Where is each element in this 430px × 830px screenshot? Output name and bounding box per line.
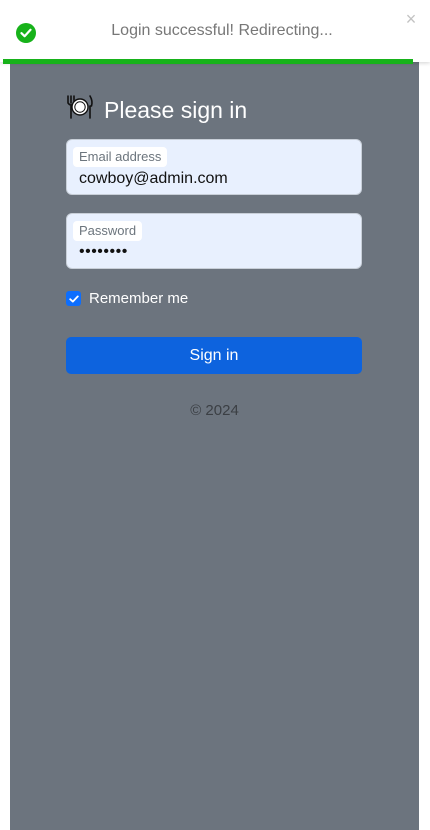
page-title-row: Please sign in: [66, 94, 248, 126]
email-field[interactable]: Email address cowboy@admin.com: [66, 139, 362, 195]
email-label: Email address: [73, 147, 168, 167]
remember-me-label[interactable]: Remember me: [89, 290, 188, 307]
page-title: Please sign in: [104, 96, 248, 123]
success-toast: Login successful! Redirecting... ×: [0, 0, 430, 64]
remember-me-checkbox[interactable]: [66, 291, 81, 306]
close-icon[interactable]: ×: [404, 10, 418, 28]
password-field[interactable]: Password ••••••••: [66, 213, 362, 269]
sign-in-button[interactable]: Sign in: [66, 337, 362, 374]
login-page: Login successful! Redirecting... × Pleas…: [0, 0, 430, 830]
toast-message: Login successful! Redirecting...: [111, 22, 333, 39]
email-value: cowboy@admin.com: [79, 170, 228, 187]
copyright-text: © 2024: [190, 402, 239, 419]
remember-me-row: Remember me: [66, 290, 188, 307]
plate-utensils-icon: [66, 94, 94, 126]
password-label: Password: [73, 221, 143, 241]
password-value: ••••••••: [79, 243, 128, 260]
check-circle-icon: [16, 23, 36, 43]
toast-progress-bar: [3, 59, 413, 64]
